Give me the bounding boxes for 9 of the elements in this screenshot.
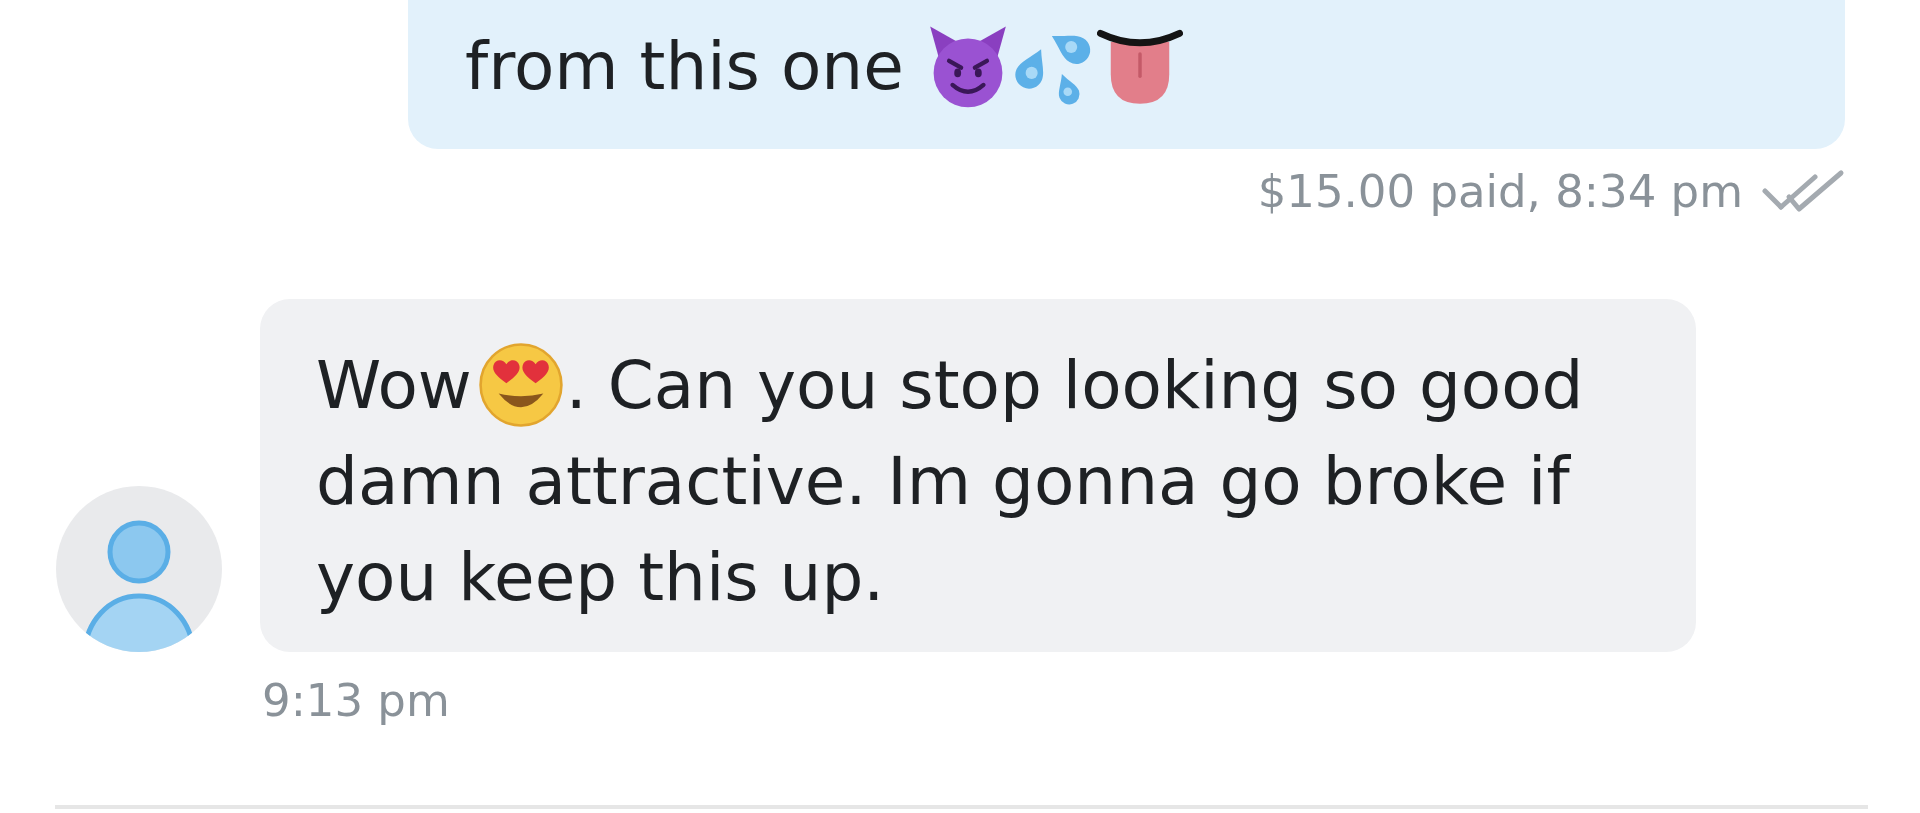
message-text: Wow <box>316 347 472 424</box>
message-text: you keep this up. <box>316 539 885 616</box>
heart-eyes-face-icon <box>477 342 564 428</box>
message-time: 9:13 pm <box>262 674 450 727</box>
user-avatar-icon <box>56 486 222 652</box>
message-text: from this one <box>465 28 905 105</box>
message-text: . Can you stop looking so good <box>565 347 1584 424</box>
payment-status: $15.00 paid, 8:34 pm <box>1257 165 1743 219</box>
message-text: damn attractive. Im gonna go broke if <box>316 443 1570 520</box>
